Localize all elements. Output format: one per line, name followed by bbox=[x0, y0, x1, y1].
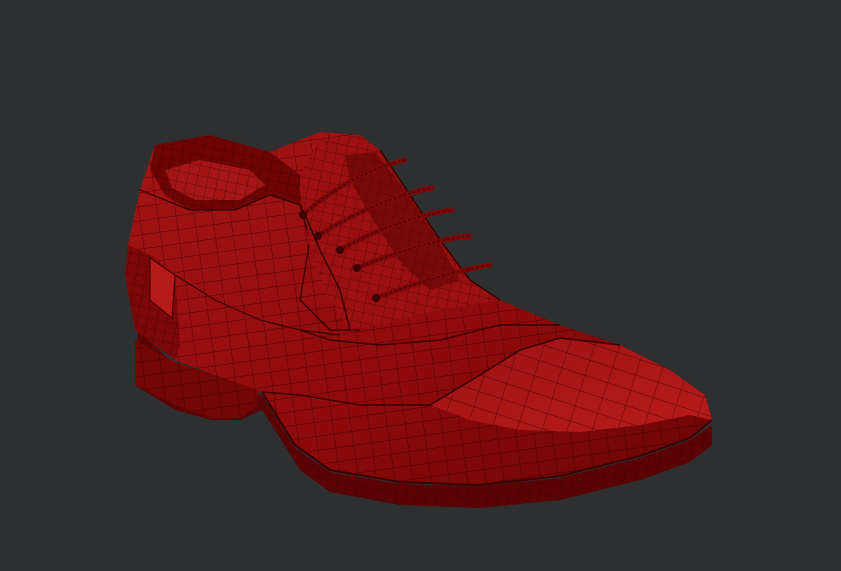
3d-viewport[interactable] bbox=[0, 0, 841, 571]
viewport-canvas bbox=[0, 0, 841, 571]
